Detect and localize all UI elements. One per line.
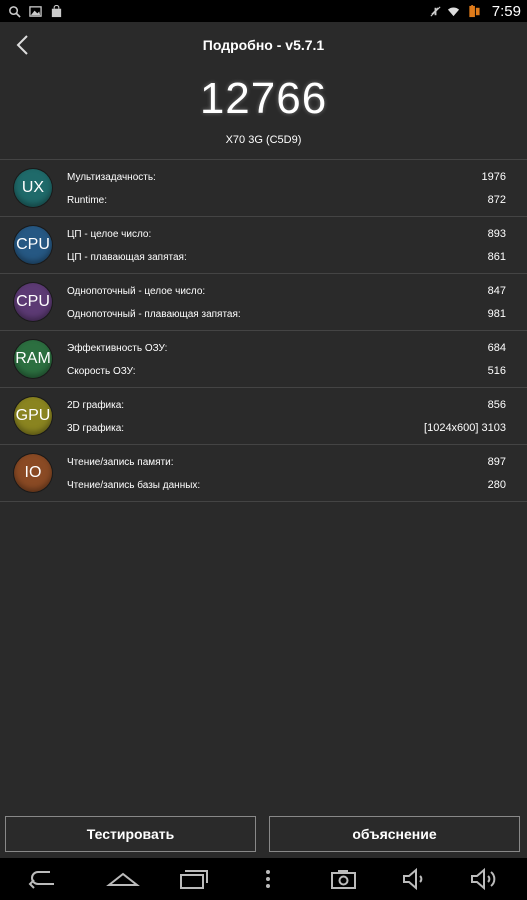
result-label: ЦП - целое число: [67,228,152,240]
result-label: Runtime: [67,194,108,206]
result-value: 861 [487,251,506,263]
result-row: Чтение/запись памяти: 897 [67,454,506,470]
back-icon[interactable] [26,866,60,892]
result-group-ux: UX Мультизадачность: 1976 Runtime: 872 [0,159,527,216]
explain-button[interactable]: объяснение [269,816,520,852]
result-row: 2D графика: 856 [67,397,506,413]
result-row: Чтение/запись базы данных: 280 [67,477,506,493]
search-icon [9,5,21,18]
gpu-badge: GPU [14,397,52,435]
result-value: 684 [487,342,506,354]
ux-badge: UX [14,169,52,207]
navigation-bar [0,858,527,900]
result-label: 2D графика: [67,399,125,411]
result-row: Мультизадачность: 1976 [67,169,506,185]
single-thread-cpu-badge: CPU [14,283,52,321]
device-name: X70 3G (C5D9) [225,134,302,146]
mute-icon [430,5,441,17]
result-value: 981 [487,308,506,320]
result-label: Чтение/запись памяти: [67,456,174,468]
result-group-single-thread: CPU Однопоточный - целое число: 847 Одно… [0,273,527,330]
screenshot-icon[interactable] [327,866,361,892]
store-icon [51,4,62,17]
menu-icon[interactable] [251,866,285,892]
battery-icon [469,4,480,17]
status-bar: 7:59 [0,0,527,22]
clock: 7:59 [491,2,521,20]
result-row: ЦП - целое число: 893 [67,226,506,242]
image-icon [29,5,42,17]
wifi-icon [447,7,459,16]
result-value: 1976 [481,171,506,183]
result-value: 897 [487,456,506,468]
result-row: Эффективность ОЗУ: 684 [67,340,506,356]
result-label: Однопоточный - целое число: [67,285,206,297]
result-row: Однопоточный - плавающая запятая: 981 [67,306,506,322]
result-value: 516 [487,365,506,377]
result-group-gpu: GPU 2D графика: 856 3D графика: [1024x60… [0,387,527,444]
result-value: 893 [487,228,506,240]
result-label: Мультизадачность: [67,171,156,183]
result-value: [1024x600] 3103 [424,422,506,434]
result-row: Скорость ОЗУ: 516 [67,363,506,379]
results-list: UX Мультизадачность: 1976 Runtime: 872 C… [0,159,527,502]
page-title: Подробно - v5.7.1 [202,37,325,53]
result-row: ЦП - плавающая запятая: 861 [67,249,506,265]
result-value: 872 [487,194,506,206]
result-row: Однопоточный - целое число: 847 [67,283,506,299]
volume-down-icon[interactable] [398,866,432,892]
io-badge: IO [14,454,52,492]
result-label: Скорость ОЗУ: [67,365,136,377]
result-value: 280 [487,479,506,491]
result-value: 847 [487,285,506,297]
recents-icon[interactable] [176,866,210,892]
result-group-io: IO Чтение/запись памяти: 897 Чтение/запи… [0,444,527,502]
result-label: Эффективность ОЗУ: [67,342,168,354]
result-label: 3D графика: [67,422,125,434]
result-label: Чтение/запись базы данных: [67,479,201,491]
cpu-badge: CPU [14,226,52,264]
result-group-ram: RAM Эффективность ОЗУ: 684 Скорость ОЗУ:… [0,330,527,387]
header: Подробно - v5.7.1 [0,22,527,68]
test-button[interactable]: Тестировать [5,816,256,852]
home-icon[interactable] [106,866,140,892]
result-label: ЦП - плавающая запятая: [67,251,187,263]
result-value: 856 [487,399,506,411]
total-score: 12766 [199,74,328,123]
result-row: Runtime: 872 [67,192,506,208]
ram-badge: RAM [14,340,52,378]
result-label: Однопоточный - плавающая запятая: [67,308,241,320]
volume-up-icon[interactable] [467,866,501,892]
result-row: 3D графика: [1024x600] 3103 [67,420,506,436]
result-group-cpu: CPU ЦП - целое число: 893 ЦП - плавающая… [0,216,527,273]
